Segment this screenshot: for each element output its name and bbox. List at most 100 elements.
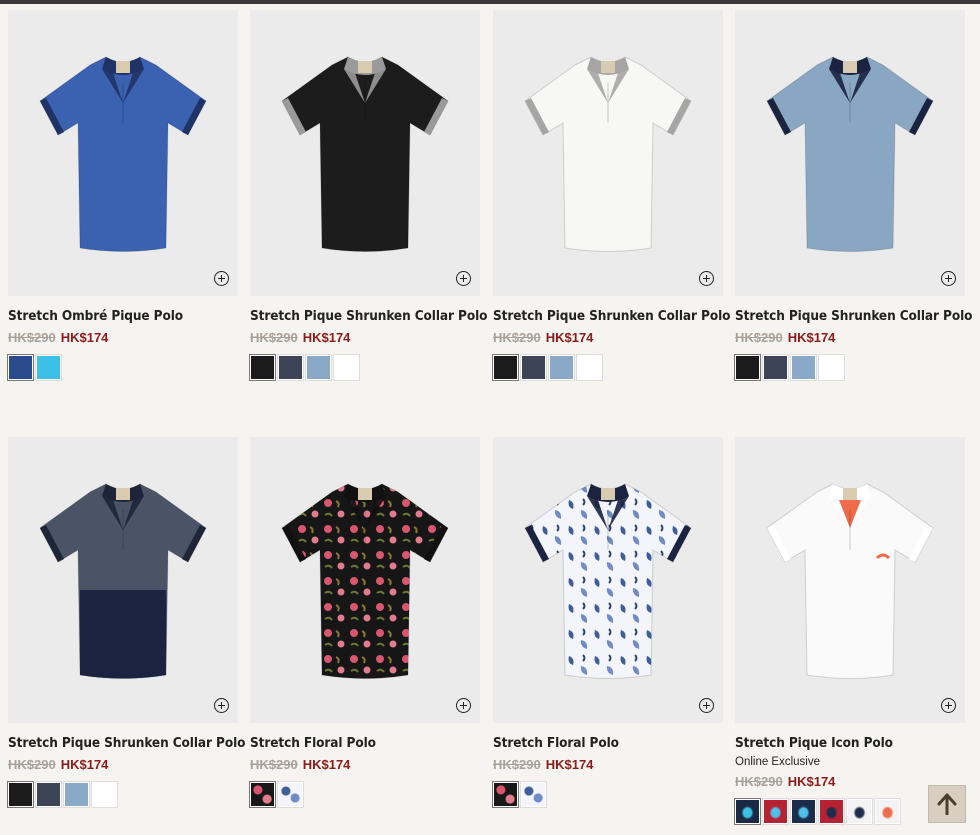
product-image[interactable] [250, 10, 480, 296]
color-swatches [735, 355, 965, 380]
price: HK$290 HK$174 [250, 757, 480, 772]
color-swatches [493, 355, 723, 380]
color-swatches [8, 782, 238, 807]
sale-price: HK$174 [787, 330, 836, 345]
price: HK$290 HK$174 [8, 330, 238, 345]
color-swatch[interactable] [875, 799, 900, 824]
color-swatch[interactable] [92, 782, 117, 807]
product-card[interactable]: Stretch Pique Shrunken Collar Polo HK$29… [8, 437, 245, 807]
quick-add-plus-icon[interactable] [699, 698, 714, 713]
price: HK$290 HK$174 [493, 330, 723, 345]
sale-price: HK$174 [302, 330, 351, 345]
online-exclusive-label: Online Exclusive [735, 756, 821, 768]
product-image[interactable] [250, 437, 480, 723]
color-swatch[interactable] [36, 782, 61, 807]
color-swatch[interactable] [549, 355, 574, 380]
product-title[interactable]: Stretch Pique Shrunken Collar Polo [493, 308, 730, 324]
color-swatch[interactable] [763, 799, 788, 824]
product-card[interactable]: Stretch Pique Shrunken Collar Polo HK$29… [735, 10, 972, 380]
quick-add-plus-icon[interactable] [941, 698, 956, 713]
product-title[interactable]: Stretch Ombré Pique Polo [8, 308, 238, 324]
product-card[interactable]: Stretch Floral Polo HK$290 HK$174 [493, 437, 723, 807]
polo-shirt-image [281, 56, 449, 252]
color-swatch[interactable] [847, 799, 872, 824]
original-price: HK$290 [493, 330, 541, 345]
back-to-top-button[interactable] [928, 785, 966, 823]
product-title[interactable]: Stretch Pique Shrunken Collar Polo [250, 308, 487, 324]
product-image[interactable] [8, 10, 238, 296]
product-image[interactable] [8, 437, 238, 723]
polo-shirt-image [39, 483, 207, 679]
color-swatch[interactable] [64, 782, 89, 807]
original-price: HK$290 [8, 330, 56, 345]
color-swatch[interactable] [250, 782, 275, 807]
product-image[interactable] [493, 10, 723, 296]
price: HK$290 HK$174 [735, 330, 965, 345]
product-title[interactable]: Stretch Pique Shrunken Collar Polo [8, 735, 245, 751]
product-title[interactable]: Stretch Pique Shrunken Collar Polo [735, 308, 972, 324]
polo-shirt-image [524, 56, 692, 252]
color-swatch[interactable] [819, 355, 844, 380]
color-swatch[interactable] [250, 355, 275, 380]
color-swatch[interactable] [278, 355, 303, 380]
price: HK$290 HK$174 [250, 330, 480, 345]
color-swatch[interactable] [763, 355, 788, 380]
color-swatch[interactable] [735, 799, 760, 824]
original-price: HK$290 [8, 757, 56, 772]
sale-price: HK$174 [545, 330, 594, 345]
product-image[interactable] [735, 10, 965, 296]
color-swatch[interactable] [334, 355, 359, 380]
color-swatch[interactable] [493, 355, 518, 380]
color-swatch[interactable] [735, 355, 760, 380]
original-price: HK$290 [493, 757, 541, 772]
product-card[interactable]: Stretch Floral Polo HK$290 HK$174 [250, 437, 480, 807]
product-card[interactable]: Stretch Ombré Pique Polo HK$290 HK$174 [8, 10, 238, 380]
product-image[interactable] [493, 437, 723, 723]
original-price: HK$290 [735, 774, 783, 789]
color-swatch[interactable] [8, 782, 33, 807]
product-card[interactable]: Stretch Pique Icon Polo Online Exclusive… [735, 437, 965, 824]
quick-add-plus-icon[interactable] [456, 698, 471, 713]
original-price: HK$290 [250, 330, 298, 345]
color-swatch[interactable] [36, 355, 61, 380]
product-card[interactable]: Stretch Pique Shrunken Collar Polo HK$29… [493, 10, 730, 380]
product-image[interactable] [735, 437, 965, 723]
polo-shirt-image [766, 483, 934, 679]
quick-add-plus-icon[interactable] [941, 271, 956, 286]
original-price: HK$290 [250, 757, 298, 772]
color-swatches [8, 355, 238, 380]
polo-shirt-image [281, 483, 449, 679]
color-swatch[interactable] [577, 355, 602, 380]
polo-shirt-image [39, 56, 207, 252]
quick-add-plus-icon[interactable] [214, 271, 229, 286]
color-swatches [493, 782, 723, 807]
color-swatch[interactable] [791, 799, 816, 824]
color-swatch[interactable] [521, 355, 546, 380]
product-title[interactable]: Stretch Floral Polo [493, 735, 723, 751]
product-card[interactable]: Stretch Pique Shrunken Collar Polo HK$29… [250, 10, 487, 380]
product-title[interactable]: Stretch Floral Polo [250, 735, 480, 751]
sale-price: HK$174 [60, 330, 109, 345]
product-title[interactable]: Stretch Pique Icon Polo [735, 735, 965, 751]
original-price: HK$290 [735, 330, 783, 345]
quick-add-plus-icon[interactable] [456, 271, 471, 286]
polo-shirt-image [766, 56, 934, 252]
color-swatch[interactable] [819, 799, 844, 824]
color-swatch[interactable] [493, 782, 518, 807]
top-bar [0, 0, 980, 4]
arrow-up-icon [937, 793, 957, 815]
price: HK$290 HK$174 [8, 757, 238, 772]
price: HK$290 HK$174 [493, 757, 723, 772]
color-swatch[interactable] [306, 355, 331, 380]
sale-price: HK$174 [60, 757, 109, 772]
color-swatches [250, 355, 480, 380]
quick-add-plus-icon[interactable] [699, 271, 714, 286]
color-swatch[interactable] [521, 782, 546, 807]
sale-price: HK$174 [545, 757, 594, 772]
quick-add-plus-icon[interactable] [214, 698, 229, 713]
sale-price: HK$174 [787, 774, 836, 789]
color-swatch[interactable] [278, 782, 303, 807]
color-swatch[interactable] [791, 355, 816, 380]
polo-shirt-image [524, 483, 692, 679]
color-swatch[interactable] [8, 355, 33, 380]
